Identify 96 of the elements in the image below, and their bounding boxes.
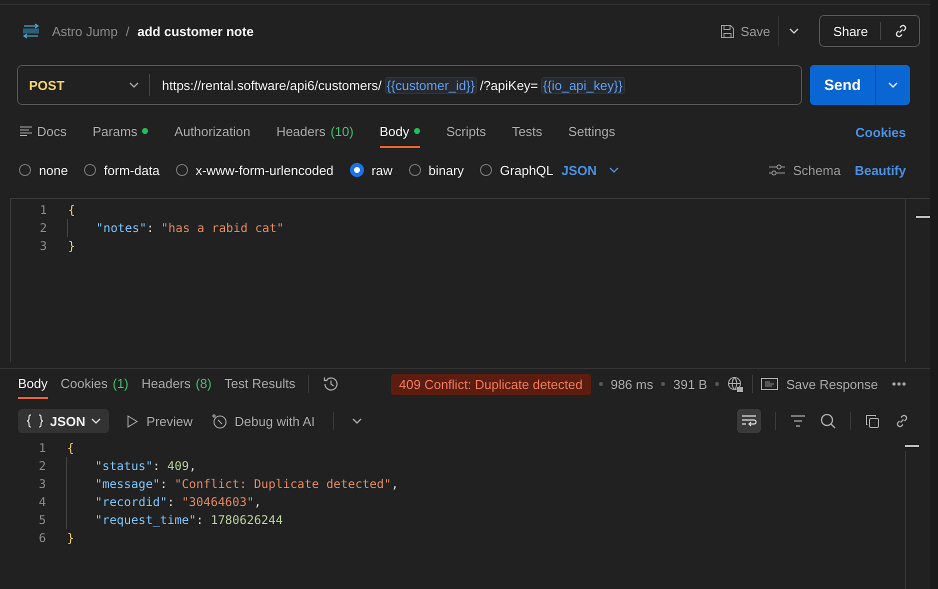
request-tab[interactable]: Settings bbox=[568, 116, 616, 148]
radio-button[interactable] bbox=[408, 164, 420, 176]
code-line: "recordid": "30464603", bbox=[66, 493, 262, 511]
code-line: { bbox=[67, 202, 76, 219]
line-number: 3 bbox=[38, 239, 48, 253]
response-tab[interactable]: Headers (8) bbox=[142, 369, 212, 399]
radio-button[interactable] bbox=[350, 163, 364, 177]
line-number: 2 bbox=[38, 459, 47, 473]
format-dropdown[interactable]: JSON bbox=[18, 409, 110, 433]
line-number: 6 bbox=[38, 531, 47, 545]
code-line: "message": "Conflict: Duplicate detected", bbox=[66, 475, 398, 493]
response-tab[interactable]: Body bbox=[18, 369, 48, 399]
url-bar[interactable]: POST https://rental.software/api6/customers/ {{customer_id}} /?apiKey= {{io_api_key}} bbox=[17, 65, 802, 105]
save-icon bbox=[720, 24, 735, 38]
code-line: } bbox=[66, 530, 74, 547]
radio-button[interactable] bbox=[84, 164, 96, 176]
url-variable[interactable]: {{customer_id}} bbox=[384, 76, 477, 94]
response-size[interactable]: 391 B bbox=[673, 376, 708, 392]
response-tab[interactable]: Cookies (1) bbox=[60, 369, 128, 399]
example-icon bbox=[761, 378, 778, 390]
code-line: } bbox=[67, 238, 76, 255]
body-type-option[interactable]: form-data bbox=[84, 162, 160, 178]
radio-label: binary bbox=[428, 162, 464, 178]
request-tab[interactable]: Docs bbox=[20, 116, 67, 148]
link-icon[interactable] bbox=[894, 413, 910, 429]
history-icon[interactable] bbox=[322, 376, 340, 392]
code-line: { bbox=[66, 440, 74, 457]
request-tab[interactable]: Headers (10) bbox=[276, 116, 354, 148]
sliders-icon bbox=[769, 164, 785, 176]
radio-button[interactable] bbox=[480, 164, 492, 176]
scrollbar-marker bbox=[916, 216, 930, 218]
copy-icon[interactable] bbox=[865, 414, 880, 428]
line-number: 2 bbox=[38, 221, 48, 235]
request-tab[interactable]: Authorization bbox=[174, 116, 250, 148]
status-dot bbox=[414, 128, 420, 134]
url-text: /?apiKey= bbox=[480, 78, 538, 92]
code-line: "request_time": 1780626244 bbox=[66, 511, 283, 529]
preview-button[interactable]: Preview bbox=[127, 414, 193, 428]
radio-button[interactable] bbox=[176, 164, 188, 176]
http-icon bbox=[22, 23, 40, 39]
url-text: https://rental.software/api6/customers/ bbox=[162, 78, 382, 92]
radio-label: form-data bbox=[104, 162, 160, 178]
braces-icon bbox=[26, 414, 44, 428]
globe-lock-icon[interactable] bbox=[727, 376, 744, 392]
link-icon[interactable] bbox=[893, 23, 909, 39]
radio-button[interactable] bbox=[19, 164, 31, 176]
line-number: 4 bbox=[38, 495, 47, 509]
body-type-option[interactable]: binary bbox=[408, 162, 464, 178]
method-select[interactable]: POST bbox=[18, 74, 150, 96]
wrap-lines-button[interactable] bbox=[737, 409, 761, 433]
search-icon[interactable] bbox=[820, 413, 836, 429]
line-number: 3 bbox=[38, 477, 47, 491]
line-number: 1 bbox=[38, 441, 47, 455]
response-tab[interactable]: Test Results bbox=[224, 369, 296, 399]
request-tab[interactable]: Params bbox=[92, 116, 148, 148]
filter-icon[interactable] bbox=[790, 415, 806, 427]
radio-label: GraphQL bbox=[500, 162, 554, 178]
chevron-down-icon bbox=[91, 418, 102, 424]
response-time[interactable]: 986 ms bbox=[610, 376, 654, 392]
request-tab[interactable]: Body bbox=[380, 116, 420, 148]
request-tab[interactable]: Scripts bbox=[446, 116, 486, 148]
chevron-down-icon[interactable] bbox=[352, 418, 362, 424]
beautify-button[interactable]: Beautify bbox=[854, 162, 906, 178]
code-line: "status": 409, bbox=[66, 457, 196, 475]
more-icon[interactable] bbox=[892, 382, 906, 386]
body-type-option[interactable]: GraphQL bbox=[480, 162, 554, 178]
play-icon bbox=[127, 414, 138, 428]
code-line: "notes": "has a rabid cat" bbox=[67, 219, 284, 237]
wrap-lines-icon bbox=[741, 414, 757, 428]
lines-icon bbox=[20, 126, 32, 136]
collection-name[interactable]: Astro Jump bbox=[52, 24, 118, 38]
save-button[interactable]: Save bbox=[720, 16, 780, 46]
status-badge[interactable]: 409 Conflict: Duplicate detected bbox=[391, 374, 591, 394]
body-type-option[interactable]: raw bbox=[350, 162, 392, 178]
request-tab[interactable]: Tests bbox=[512, 116, 542, 148]
format-dropdown[interactable]: JSON bbox=[561, 162, 619, 178]
save-response-button[interactable]: Save Response bbox=[761, 376, 878, 392]
schema-button[interactable]: Schema bbox=[769, 162, 841, 178]
radio-label: raw bbox=[372, 162, 392, 178]
share-button[interactable]: Share bbox=[833, 22, 881, 40]
chevron-down-icon bbox=[129, 82, 139, 88]
line-number: 5 bbox=[38, 513, 47, 527]
breadcrumb-separator: / bbox=[126, 24, 130, 38]
scrollbar-marker bbox=[905, 445, 919, 447]
chevron-down-icon[interactable] bbox=[789, 28, 800, 34]
line-number: 1 bbox=[38, 203, 48, 217]
radio-label: none bbox=[39, 162, 68, 178]
request-name[interactable]: add customer note bbox=[137, 24, 254, 38]
request-body-editor[interactable]: 1 { 2 "notes": "has a rabid cat" 3 } bbox=[10, 198, 930, 362]
chevron-down-icon bbox=[608, 167, 619, 173]
body-type-option[interactable]: none bbox=[19, 162, 68, 178]
debug-ai-button[interactable]: Debug with AI bbox=[210, 413, 315, 429]
cookies-link[interactable]: Cookies bbox=[855, 124, 906, 140]
send-button[interactable]: Send bbox=[810, 65, 876, 105]
status-dot bbox=[142, 128, 148, 134]
url-variable[interactable]: {{io_api_key}} bbox=[541, 76, 625, 94]
